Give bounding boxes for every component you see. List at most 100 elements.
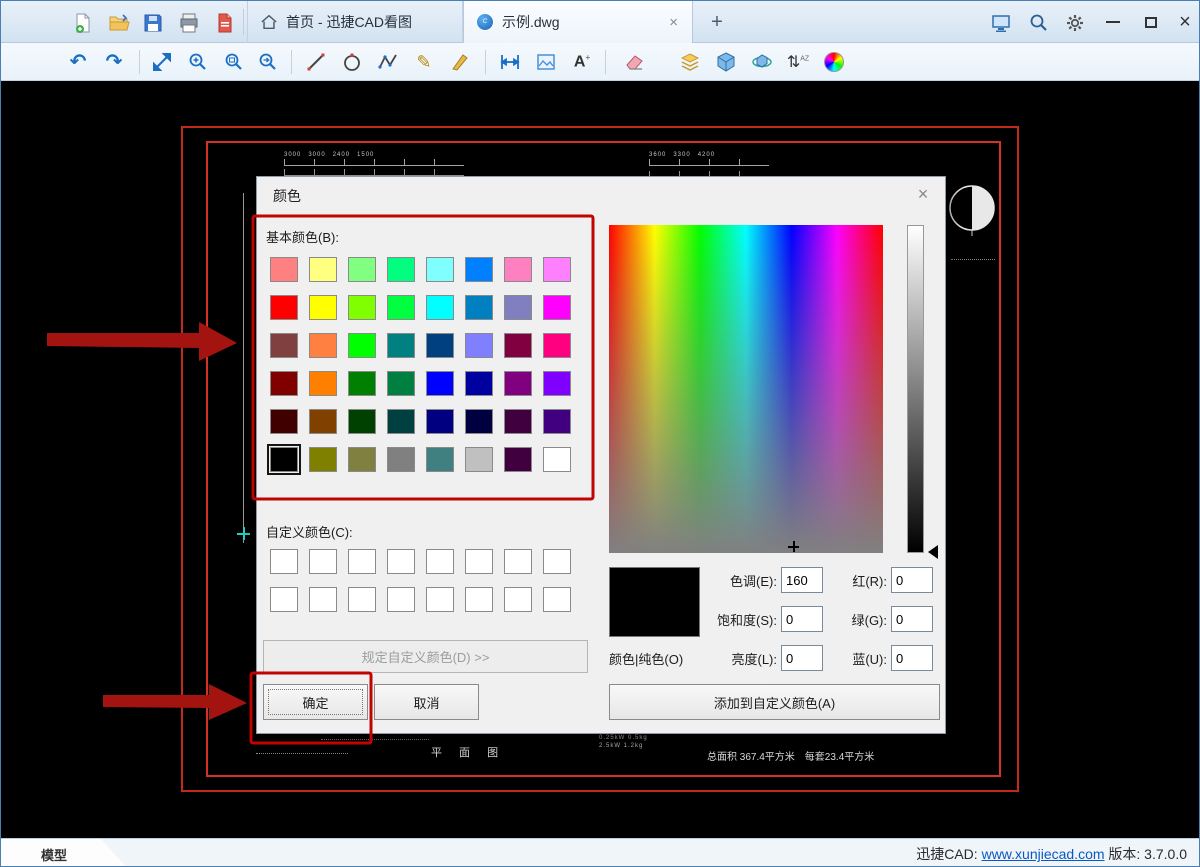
blue-input[interactable] bbox=[891, 645, 933, 671]
basic-color-swatch[interactable] bbox=[465, 409, 493, 434]
basic-color-swatch[interactable] bbox=[426, 295, 454, 320]
custom-color-swatch[interactable] bbox=[543, 587, 571, 612]
basic-color-swatch[interactable] bbox=[348, 295, 376, 320]
basic-color-swatch[interactable] bbox=[426, 409, 454, 434]
image-frame-button[interactable] bbox=[531, 47, 561, 77]
cancel-button[interactable]: 取消 bbox=[374, 684, 479, 720]
close-window-button[interactable]: × bbox=[1171, 1, 1199, 43]
redo-button[interactable]: ↷ bbox=[99, 47, 129, 77]
basic-color-swatch[interactable] bbox=[348, 257, 376, 282]
basic-color-swatch[interactable] bbox=[465, 371, 493, 396]
tab-drawing[interactable]: C 示例.dwg × bbox=[463, 1, 693, 43]
maximize-button[interactable] bbox=[1135, 1, 1167, 43]
basic-color-swatch[interactable] bbox=[504, 257, 532, 282]
basic-color-swatch[interactable] bbox=[504, 409, 532, 434]
basic-color-swatch[interactable] bbox=[387, 447, 415, 472]
dialog-close-icon[interactable]: × bbox=[911, 182, 935, 206]
marker-tool-button[interactable] bbox=[445, 47, 475, 77]
basic-color-swatch[interactable] bbox=[465, 447, 493, 472]
basic-color-swatch[interactable] bbox=[504, 447, 532, 472]
new-file-button[interactable] bbox=[69, 9, 97, 37]
basic-color-swatch[interactable] bbox=[309, 409, 337, 434]
dimension-tool-button[interactable] bbox=[495, 47, 525, 77]
define-custom-colors-button[interactable]: 规定自定义颜色(D) >> bbox=[263, 640, 588, 673]
custom-color-swatch[interactable] bbox=[309, 549, 337, 574]
basic-color-swatch[interactable] bbox=[504, 333, 532, 358]
website-link[interactable]: www.xunjiecad.com bbox=[982, 846, 1105, 862]
basic-color-swatch[interactable] bbox=[348, 333, 376, 358]
tab-home[interactable]: 首页 - 迅捷CAD看图 bbox=[247, 1, 463, 43]
open-file-button[interactable] bbox=[105, 9, 133, 37]
new-tab-button[interactable]: + bbox=[705, 10, 729, 34]
red-input[interactable] bbox=[891, 567, 933, 593]
export-pdf-button[interactable] bbox=[211, 9, 239, 37]
saturation-input[interactable] bbox=[781, 606, 823, 632]
zoom-window-button[interactable] bbox=[219, 47, 249, 77]
custom-color-swatch[interactable] bbox=[465, 587, 493, 612]
orbit-3d-button[interactable] bbox=[747, 47, 777, 77]
luminance-slider-handle[interactable] bbox=[928, 545, 938, 559]
basic-color-swatch[interactable] bbox=[387, 371, 415, 396]
basic-color-swatch[interactable] bbox=[426, 371, 454, 396]
add-to-custom-colors-button[interactable]: 添加到自定义颜色(A) bbox=[609, 684, 940, 720]
custom-color-swatch[interactable] bbox=[387, 549, 415, 574]
luminance-input[interactable] bbox=[781, 645, 823, 671]
custom-color-swatch[interactable] bbox=[270, 549, 298, 574]
eraser-button[interactable] bbox=[619, 47, 649, 77]
minimize-button[interactable] bbox=[1097, 1, 1129, 43]
green-input[interactable] bbox=[891, 606, 933, 632]
settings-button[interactable] bbox=[1061, 9, 1089, 37]
custom-color-swatch[interactable] bbox=[465, 549, 493, 574]
polyline-tool-button[interactable] bbox=[373, 47, 403, 77]
basic-color-swatch[interactable] bbox=[465, 257, 493, 282]
basic-color-swatch[interactable] bbox=[504, 371, 532, 396]
circle-tool-button[interactable] bbox=[337, 47, 367, 77]
zoom-tool-button[interactable] bbox=[1025, 9, 1053, 37]
hue-input[interactable] bbox=[781, 567, 823, 593]
layers-button[interactable] bbox=[675, 47, 705, 77]
zoom-previous-button[interactable] bbox=[253, 47, 283, 77]
basic-color-swatch[interactable] bbox=[426, 257, 454, 282]
basic-color-swatch[interactable] bbox=[309, 447, 337, 472]
basic-color-swatch[interactable] bbox=[270, 333, 298, 358]
custom-color-swatch[interactable] bbox=[426, 587, 454, 612]
line-tool-button[interactable] bbox=[301, 47, 331, 77]
basic-color-swatch[interactable] bbox=[387, 257, 415, 282]
custom-color-swatch[interactable] bbox=[348, 587, 376, 612]
tab-close-icon[interactable]: × bbox=[667, 14, 680, 31]
basic-color-swatch[interactable] bbox=[543, 333, 571, 358]
basic-color-swatch[interactable] bbox=[543, 295, 571, 320]
luminance-slider[interactable] bbox=[907, 225, 924, 553]
basic-color-swatch[interactable] bbox=[270, 409, 298, 434]
basic-color-swatch[interactable] bbox=[348, 371, 376, 396]
basic-color-swatch[interactable] bbox=[270, 295, 298, 320]
basic-color-swatch[interactable] bbox=[465, 295, 493, 320]
custom-color-swatch[interactable] bbox=[426, 549, 454, 574]
basic-color-swatch[interactable] bbox=[270, 447, 298, 472]
text-tool-button[interactable]: A+ bbox=[567, 47, 597, 77]
basic-color-swatch[interactable] bbox=[309, 371, 337, 396]
basic-color-swatch[interactable] bbox=[309, 333, 337, 358]
basic-color-swatch[interactable] bbox=[387, 295, 415, 320]
custom-color-swatch[interactable] bbox=[270, 587, 298, 612]
print-button[interactable] bbox=[175, 9, 203, 37]
basic-color-swatch[interactable] bbox=[426, 447, 454, 472]
cube-3d-button[interactable] bbox=[711, 47, 741, 77]
basic-color-swatch[interactable] bbox=[465, 333, 493, 358]
hue-saturation-field[interactable] bbox=[609, 225, 883, 553]
basic-color-swatch[interactable] bbox=[543, 447, 571, 472]
ok-button[interactable]: 确定 bbox=[263, 684, 368, 720]
basic-color-swatch[interactable] bbox=[426, 333, 454, 358]
basic-color-swatch[interactable] bbox=[270, 257, 298, 282]
basic-color-swatch[interactable] bbox=[270, 371, 298, 396]
color-wheel-button[interactable] bbox=[819, 47, 849, 77]
basic-color-swatch[interactable] bbox=[348, 409, 376, 434]
pencil-tool-button[interactable]: ✎ bbox=[409, 47, 439, 77]
basic-color-swatch[interactable] bbox=[387, 409, 415, 434]
basic-color-swatch[interactable] bbox=[387, 333, 415, 358]
sort-button[interactable]: ⇅AZ bbox=[783, 47, 813, 77]
basic-color-swatch[interactable] bbox=[504, 295, 532, 320]
basic-color-swatch[interactable] bbox=[543, 371, 571, 396]
display-button[interactable] bbox=[987, 9, 1015, 37]
custom-color-swatch[interactable] bbox=[543, 549, 571, 574]
